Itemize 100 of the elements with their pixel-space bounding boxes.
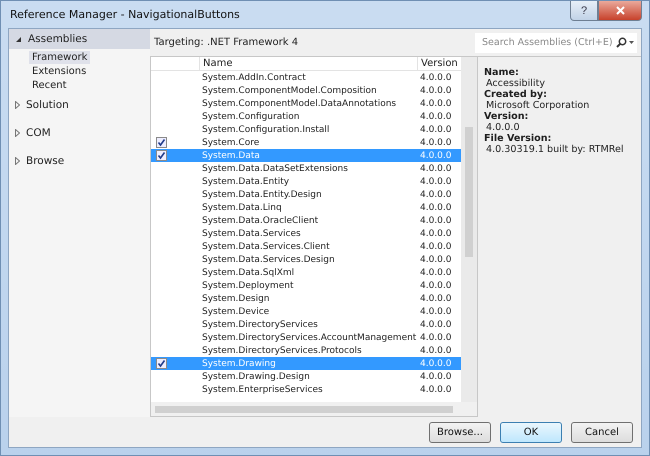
table-cell-text: System.Data.Services.Client <box>201 242 331 252</box>
targeting-label: Targeting: .NET Framework 4 <box>154 37 298 48</box>
table-cell-text: System.Configuration.Install <box>201 124 330 134</box>
table-cell-text: 4.0.0.0 <box>419 86 452 96</box>
horizontal-scrollbar[interactable] <box>151 402 477 416</box>
table-row[interactable]: System.Data.Linq 4.0.0.0 <box>151 201 461 214</box>
table-cell-text: System.Data <box>201 150 261 160</box>
sidebar-item[interactable]: Assemblies <box>9 29 150 49</box>
window-title: Reference Manager - NavigationalButtons <box>10 8 240 21</box>
detail-label: Name: <box>484 67 520 78</box>
table-row[interactable]: System.DirectoryServices.AccountManagement 4.0.0.0 <box>151 331 461 344</box>
table-cell-text: System.EnterpriseServices <box>201 384 324 394</box>
dialog-button[interactable]: Cancel <box>571 422 633 442</box>
detail-value: 4.0.0.0 <box>485 122 521 133</box>
sidebar-item[interactable]: Browse <box>9 151 150 171</box>
table-cell-text: 4.0.0.0 <box>419 280 452 290</box>
vertical-scrollbar[interactable] <box>461 57 477 402</box>
table-row[interactable]: System.Configuration.Install 4.0.0.0 <box>151 123 461 136</box>
collapsed-arrow-icon <box>15 101 20 109</box>
table-row[interactable]: System.Data.Services.Design 4.0.0.0 <box>151 253 461 266</box>
detail-value: Accessibility <box>485 78 546 89</box>
table-row[interactable]: System.Data.OracleClient 4.0.0.0 <box>151 214 461 227</box>
table-cell-text: System.Data.Entity <box>201 176 290 186</box>
table-row[interactable]: System.ComponentModel.Composition 4.0.0.0 <box>151 84 461 97</box>
help-button[interactable]: ? <box>570 1 598 21</box>
table-cell-text: 4.0.0.0 <box>419 138 452 148</box>
detail-value: 4.0.30319.1 built by: RTMRel <box>485 144 625 155</box>
table-row[interactable]: System.Core 4.0.0.0 <box>151 136 461 149</box>
table-cell-text: System.Data.OracleClient <box>201 216 320 226</box>
table-cell-text: System.Design <box>201 294 270 304</box>
table-cell-text: 4.0.0.0 <box>419 268 452 278</box>
table-cell-text: System.Configuration <box>201 112 300 122</box>
table-row[interactable]: System.Data.Entity 4.0.0.0 <box>151 175 461 188</box>
table-row[interactable]: System.Data.Entity.Design 4.0.0.0 <box>151 188 461 201</box>
table-row[interactable]: System.Data.SqlXml 4.0.0.0 <box>151 266 461 279</box>
table-row[interactable]: System.Data.DataSetExtensions 4.0.0.0 <box>151 162 461 175</box>
table-cell-text: 4.0.0.0 <box>419 320 452 330</box>
table-row[interactable]: System.Device 4.0.0.0 <box>151 305 461 318</box>
table-cell-text: System.ComponentModel.DataAnnotations <box>201 98 398 108</box>
table-cell-text: 4.0.0.0 <box>419 228 452 238</box>
dialog-button[interactable]: Browse... <box>429 422 491 442</box>
table-row[interactable]: System.Configuration 4.0.0.0 <box>151 110 461 123</box>
table-cell-text: 4.0.0.0 <box>419 384 452 394</box>
table-cell-text: System.Core <box>201 138 260 148</box>
search-icon <box>616 37 627 48</box>
dialog-button[interactable]: OK <box>500 422 562 442</box>
table-cell-text: 4.0.0.0 <box>419 202 452 212</box>
table-row[interactable]: System.Drawing.Design 4.0.0.0 <box>151 370 461 383</box>
table-cell-text: 4.0.0.0 <box>419 346 452 356</box>
detail-label: Created by: <box>484 89 548 100</box>
table-cell-text: System.DirectoryServices <box>201 320 319 330</box>
table-cell-text: System.Device <box>201 306 270 316</box>
table-cell-text: 4.0.0.0 <box>419 372 452 382</box>
table-cell-text: System.Drawing.Design <box>201 372 311 382</box>
expanded-arrow-icon <box>15 36 22 42</box>
checkbox[interactable] <box>156 358 167 369</box>
sidebar-subitem[interactable]: Framework <box>29 51 90 64</box>
detail-value: Microsoft Corporation <box>485 100 590 111</box>
table-row[interactable]: System.Design 4.0.0.0 <box>151 292 461 305</box>
table-cell-text: System.DirectoryServices.AccountManagement <box>201 332 417 342</box>
checkbox[interactable] <box>156 137 167 148</box>
close-icon <box>616 6 624 15</box>
table-cell-text: System.Data.Services <box>201 228 302 238</box>
table-cell-text: 4.0.0.0 <box>419 190 452 200</box>
table-row[interactable]: System.Data.Services 4.0.0.0 <box>151 227 461 240</box>
search-field[interactable]: Search Assemblies (Ctrl+E) <box>475 32 637 52</box>
table-row[interactable]: System.DirectoryServices 4.0.0.0 <box>151 318 461 331</box>
close-button[interactable] <box>598 1 642 21</box>
table-row[interactable]: System.Deployment 4.0.0.0 <box>151 279 461 292</box>
sidebar-item[interactable]: Solution <box>9 95 150 115</box>
table-cell-text: 4.0.0.0 <box>419 254 452 264</box>
table-cell-text: 4.0.0.0 <box>419 242 452 252</box>
table-cell-text: 4.0.0.0 <box>419 150 452 160</box>
table-cell-text: 4.0.0.0 <box>419 98 452 108</box>
table-cell-text: System.DirectoryServices.Protocols <box>201 346 363 356</box>
detail-label: File Version: <box>484 133 552 144</box>
table-cell-text: System.Data.SqlXml <box>201 268 296 278</box>
caret-icon <box>629 41 634 44</box>
table-cell-text: 4.0.0.0 <box>419 358 452 368</box>
table-row[interactable]: System.Data.Services.Client 4.0.0.0 <box>151 240 461 253</box>
sidebar-item[interactable]: COM <box>9 123 150 143</box>
table-cell-text: 4.0.0.0 <box>419 332 452 342</box>
collapsed-arrow-icon <box>15 129 20 137</box>
table-cell-text: System.Data.DataSetExtensions <box>201 164 349 174</box>
table-row[interactable]: System.DirectoryServices.Protocols 4.0.0.0 <box>151 344 461 357</box>
checkbox[interactable] <box>156 150 167 161</box>
collapsed-arrow-icon <box>15 157 20 165</box>
sidebar-subitem[interactable]: Recent <box>29 79 70 92</box>
table-row[interactable]: System.ComponentModel.DataAnnotations 4.0.0.0 <box>151 97 461 110</box>
table-cell-text: System.Deployment <box>201 280 294 290</box>
table-cell-text: 4.0.0.0 <box>419 124 452 134</box>
table-row[interactable]: System.EnterpriseServices 4.0.0.0 <box>151 383 461 396</box>
table-cell-text: System.Drawing <box>201 358 277 368</box>
table-cell-text: 4.0.0.0 <box>419 216 452 226</box>
sidebar-subitem[interactable]: Extensions <box>29 65 90 78</box>
table-cell-text: System.AddIn.Contract <box>201 72 307 82</box>
table-cell-text: 4.0.0.0 <box>419 164 452 174</box>
table-row[interactable]: System.AddIn.Contract 4.0.0.0 <box>151 71 461 84</box>
table-cell-text: 4.0.0.0 <box>419 112 452 122</box>
column-header[interactable]: Name <box>199 57 417 70</box>
